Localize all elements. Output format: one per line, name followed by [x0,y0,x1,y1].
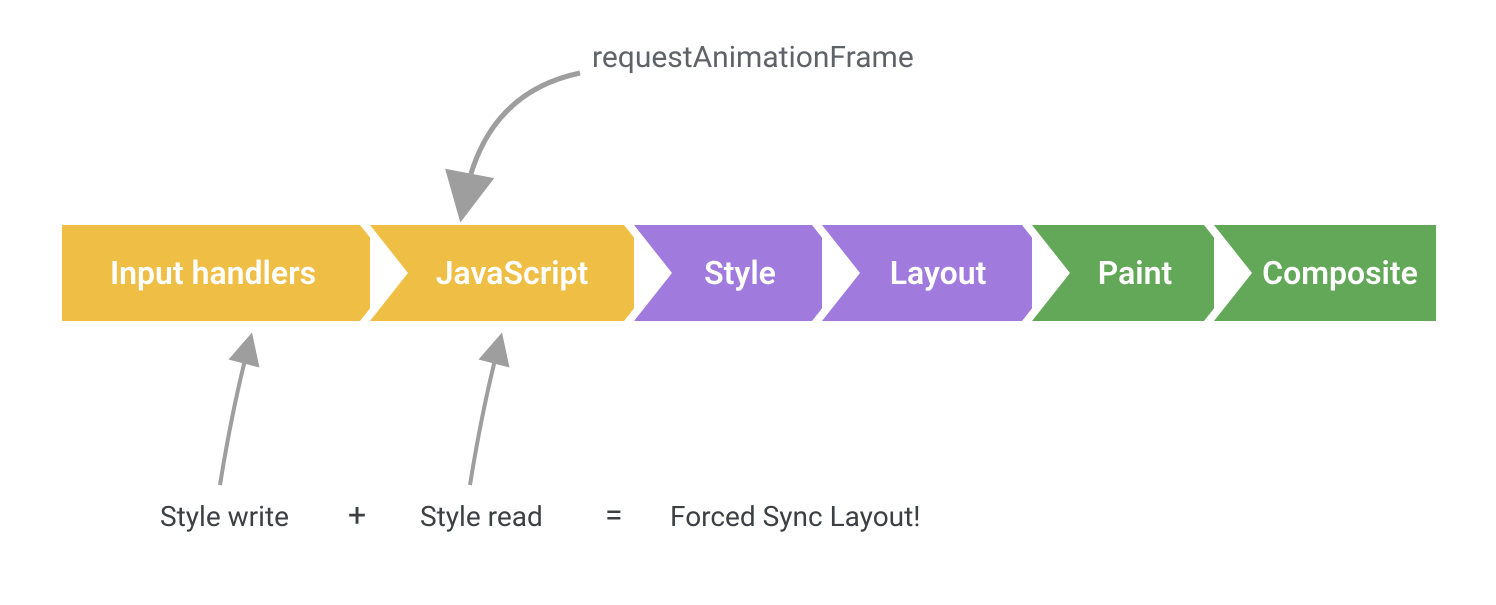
style-write-arrow [210,340,280,490]
stage-label: Paint [1098,254,1172,292]
stage-label: Input handlers [110,254,316,292]
stage-javascript: JavaScript [370,225,624,321]
equals-operator: = [605,496,623,534]
stage-label: JavaScript [436,254,589,292]
style-write-label: Style write [160,500,289,533]
stage-input-handlers: Input handlers [62,225,360,321]
stage-paint: Paint [1032,225,1204,321]
raf-label: requestAnimationFrame [592,40,914,75]
stage-label: Composite [1262,254,1418,292]
forced-sync-layout-label: Forced Sync Layout! [670,500,921,533]
raf-arrow [450,68,590,208]
stage-style: Style [634,225,812,321]
stage-label: Style [704,254,776,292]
style-read-label: Style read [420,500,543,533]
plus-operator: + [348,496,366,534]
stage-label: Layout [890,254,987,292]
style-read-arrow [460,340,530,490]
stage-layout: Layout [822,225,1022,321]
stage-composite: Composite [1214,225,1436,321]
